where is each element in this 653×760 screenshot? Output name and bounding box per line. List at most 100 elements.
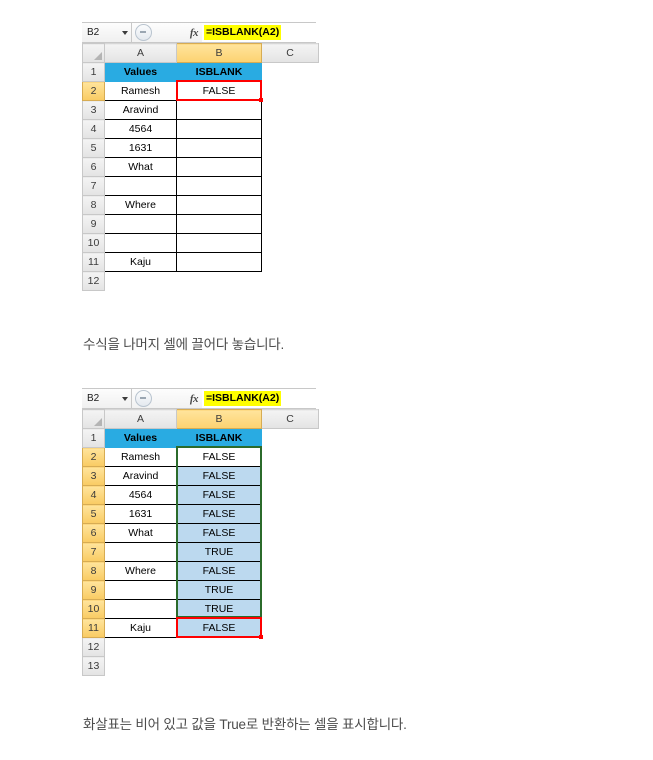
cell-c10[interactable] — [261, 233, 319, 253]
cell-c8[interactable] — [261, 195, 319, 215]
cell-a12[interactable] — [104, 271, 177, 291]
cell-b1[interactable]: ISBLANK — [176, 62, 262, 82]
cell-c7[interactable] — [261, 542, 319, 562]
row-header-1[interactable]: 1 — [82, 428, 105, 448]
cell-b13[interactable] — [176, 656, 262, 676]
cell-b12[interactable] — [176, 271, 262, 291]
cell-a7[interactable] — [104, 176, 177, 196]
cell-b8[interactable] — [176, 195, 262, 215]
cell-b4[interactable]: FALSE — [176, 485, 262, 505]
cell-c13[interactable] — [261, 656, 319, 676]
cell-b3[interactable] — [176, 100, 262, 120]
row-header-7[interactable]: 7 — [82, 542, 105, 562]
cell-a4[interactable]: 4564 — [104, 119, 177, 139]
cell-a13[interactable] — [104, 656, 177, 676]
cell-c2[interactable] — [261, 81, 319, 101]
row-header-4[interactable]: 4 — [82, 119, 105, 139]
cell-c10[interactable] — [261, 599, 319, 619]
cell-a10[interactable] — [104, 599, 177, 619]
cell-b5[interactable]: FALSE — [176, 504, 262, 524]
row-header-1[interactable]: 1 — [82, 62, 105, 82]
cell-b10[interactable] — [176, 233, 262, 253]
column-header-c[interactable]: C — [261, 409, 319, 429]
cell-a2[interactable]: Ramesh — [104, 81, 177, 101]
row-header-12[interactable]: 12 — [82, 271, 105, 291]
row-header-10[interactable]: 10 — [82, 599, 105, 619]
chevron-down-icon[interactable] — [122, 30, 128, 35]
row-header-3[interactable]: 3 — [82, 100, 105, 120]
cell-a9[interactable] — [104, 214, 177, 234]
row-header-3[interactable]: 3 — [82, 466, 105, 486]
cell-a1[interactable]: Values — [104, 428, 177, 448]
row-header-9[interactable]: 9 — [82, 580, 105, 600]
row-header-5[interactable]: 5 — [82, 138, 105, 158]
cell-c4[interactable] — [261, 119, 319, 139]
row-header-8[interactable]: 8 — [82, 195, 105, 215]
cell-b7[interactable]: TRUE — [176, 542, 262, 562]
row-header-11[interactable]: 11 — [82, 252, 105, 272]
cell-b5[interactable] — [176, 138, 262, 158]
row-header-7[interactable]: 7 — [82, 176, 105, 196]
cell-c3[interactable] — [261, 100, 319, 120]
column-header-b[interactable]: B — [176, 409, 262, 429]
column-header-a[interactable]: A — [104, 409, 177, 429]
cell-c9[interactable] — [261, 580, 319, 600]
chevron-down-icon[interactable] — [122, 396, 128, 401]
row-header-2[interactable]: 2 — [82, 81, 105, 101]
cell-a2[interactable]: Ramesh — [104, 447, 177, 467]
round-button-icon[interactable] — [135, 390, 152, 407]
cell-a3[interactable]: Aravind — [104, 100, 177, 120]
cell-b12[interactable] — [176, 637, 262, 657]
cell-c3[interactable] — [261, 466, 319, 486]
cell-c11[interactable] — [261, 618, 319, 638]
cell-a5[interactable]: 1631 — [104, 138, 177, 158]
cell-c9[interactable] — [261, 214, 319, 234]
cell-a8[interactable]: Where — [104, 195, 177, 215]
row-header-6[interactable]: 6 — [82, 157, 105, 177]
cell-c4[interactable] — [261, 485, 319, 505]
cell-a4[interactable]: 4564 — [104, 485, 177, 505]
formula-input[interactable]: =ISBLANK(A2) — [202, 389, 316, 408]
cell-a9[interactable] — [104, 580, 177, 600]
cell-b1[interactable]: ISBLANK — [176, 428, 262, 448]
cell-b11[interactable] — [176, 252, 262, 272]
cell-c12[interactable] — [261, 271, 319, 291]
cell-c8[interactable] — [261, 561, 319, 581]
select-all-corner[interactable] — [82, 409, 105, 429]
cell-b9[interactable] — [176, 214, 262, 234]
row-header-13[interactable]: 13 — [82, 656, 105, 676]
column-header-b[interactable]: B — [176, 43, 262, 63]
column-header-c[interactable]: C — [261, 43, 319, 63]
cell-a8[interactable]: Where — [104, 561, 177, 581]
cell-c1[interactable] — [261, 62, 319, 82]
cell-c1[interactable] — [261, 428, 319, 448]
cell-b4[interactable] — [176, 119, 262, 139]
cell-b6[interactable]: FALSE — [176, 523, 262, 543]
cell-a6[interactable]: What — [104, 523, 177, 543]
row-header-11[interactable]: 11 — [82, 618, 105, 638]
cell-c5[interactable] — [261, 504, 319, 524]
cell-b8[interactable]: FALSE — [176, 561, 262, 581]
cell-b6[interactable] — [176, 157, 262, 177]
cell-b7[interactable] — [176, 176, 262, 196]
fx-icon[interactable]: fx — [190, 27, 199, 39]
cell-b11[interactable]: FALSE — [176, 618, 262, 638]
name-box[interactable]: B2 — [82, 23, 132, 42]
column-header-a[interactable]: A — [104, 43, 177, 63]
cell-b2[interactable]: FALSE — [176, 447, 262, 467]
cell-c11[interactable] — [261, 252, 319, 272]
select-all-corner[interactable] — [82, 43, 105, 63]
fx-icon[interactable]: fx — [190, 393, 199, 405]
cell-b3[interactable]: FALSE — [176, 466, 262, 486]
row-header-5[interactable]: 5 — [82, 504, 105, 524]
row-header-9[interactable]: 9 — [82, 214, 105, 234]
cell-a11[interactable]: Kaju — [104, 252, 177, 272]
cell-a10[interactable] — [104, 233, 177, 253]
cell-c6[interactable] — [261, 523, 319, 543]
cell-a6[interactable]: What — [104, 157, 177, 177]
cell-c7[interactable] — [261, 176, 319, 196]
row-header-12[interactable]: 12 — [82, 637, 105, 657]
name-box[interactable]: B2 — [82, 389, 132, 408]
cell-a12[interactable] — [104, 637, 177, 657]
cell-c2[interactable] — [261, 447, 319, 467]
